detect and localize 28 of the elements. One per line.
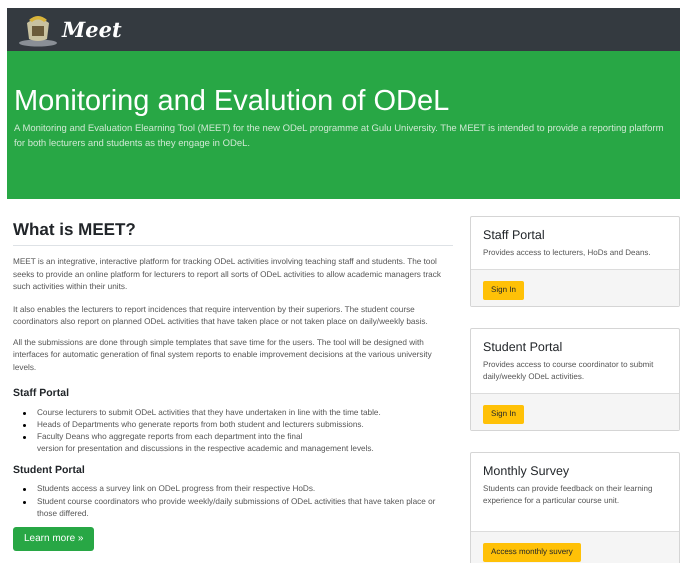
card-title: Monthly Survey bbox=[483, 463, 570, 479]
card-button[interactable]: Sign In bbox=[483, 280, 524, 300]
brand-name[interactable]: Meet bbox=[62, 19, 122, 40]
bullet-icon bbox=[23, 488, 26, 492]
card-text: Provides access to course coordinator to submit daily/weekly ODeL activities. bbox=[483, 359, 654, 383]
card-title: Student Portal bbox=[483, 339, 564, 355]
hero-title: Monitoring and Evalution of ODeL bbox=[14, 84, 450, 119]
card-button[interactable]: Sign In bbox=[483, 404, 524, 424]
card-button[interactable]: Access monthly suvery bbox=[483, 542, 581, 562]
section-heading: What is MEET? bbox=[13, 219, 453, 246]
bullet-icon bbox=[23, 412, 26, 415]
list-item: Course lecturers to submit ODeL activities that they have undertaken in line with the time table. bbox=[37, 406, 381, 419]
card-title: Staff Portal bbox=[483, 227, 546, 243]
paragraph: MEET is an integrative, interactive platform for tracking ODeL activities involving teaching staff and students. The tool seeks to provide an online platform for lecturers to report all sorts of ODeL activities to allow academic managers track such activities within their units. bbox=[13, 256, 442, 293]
bullet-icon bbox=[23, 424, 26, 427]
paragraph: It also enables the lecturers to report incidences that require intervention by their superiors. The student course coordinators also report on planned ODeL activities that have taken place or not taken place on daily/weekly basis. bbox=[13, 304, 429, 328]
bullet-icon bbox=[23, 500, 26, 504]
list-item: Students access a survey link on ODeL progress from their respective HoDs. bbox=[37, 483, 316, 496]
list-item: Faculty Deans who aggregate reports from each department into the final version for presentation and discussions in the respective academic and management levels. bbox=[37, 431, 374, 456]
bullet-icon bbox=[23, 436, 26, 440]
subheading: Student Portal bbox=[13, 462, 86, 478]
list-item: Student course coordinators who provide weekly/daily submissions of ODeL activities that have taken place or those differed. bbox=[37, 496, 436, 520]
card-text: Provides access to lecturers, HoDs and Deans. bbox=[483, 247, 652, 259]
list-item: Heads of Departments who generate reports from both student and lecturers submissions. bbox=[37, 418, 364, 431]
paragraph: All the submissions are done through simple templates that save time for the users. The tool will be designed with interfaces for automatic generation of final system reports to enable improvement decisions at the various university levels. bbox=[13, 336, 433, 374]
hero-lead: A Monitoring and Evaluation Elearning Tool (MEET) for the new ODeL programme at Gulu University. The MEET is intended to provide a reporting platform for both lecturers and students as they engage in ODeL. bbox=[14, 122, 664, 151]
card-text: Students can provide feedback on their learning experience for a particular course unit. bbox=[483, 483, 654, 507]
subheading: Staff Portal bbox=[13, 386, 70, 401]
